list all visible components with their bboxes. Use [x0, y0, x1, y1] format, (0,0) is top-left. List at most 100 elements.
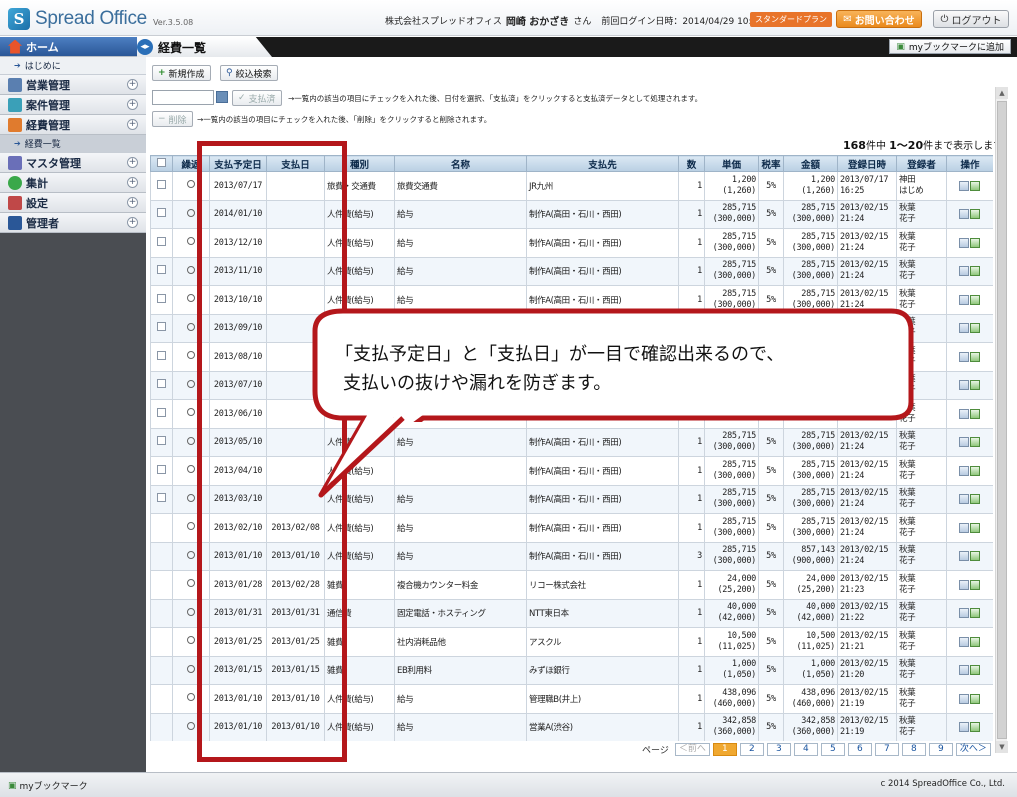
row-checkbox[interactable] — [157, 208, 166, 218]
edit-icon[interactable] — [970, 579, 980, 590]
header-repeat[interactable]: 繰返 — [172, 155, 210, 172]
view-icon[interactable] — [959, 351, 969, 362]
edit-icon[interactable] — [970, 408, 980, 419]
collapse-sidebar-icon[interactable]: ◂▸ — [137, 39, 153, 55]
sidebar-item-home[interactable]: ホーム — [0, 37, 146, 57]
delete-button[interactable]: − 削除 — [152, 111, 193, 127]
row-select-cell[interactable] — [150, 598, 173, 628]
expand-icon[interactable]: + — [127, 79, 138, 90]
edit-icon[interactable] — [970, 608, 980, 618]
row-select-cell[interactable] — [150, 228, 173, 258]
table-row[interactable]: 2013/01/10 2013/01/10 人件費(給与) 給与 制作A(高田・石川・西… — [150, 541, 993, 571]
table-row[interactable]: 2013/12/10 人件費(給与) 給与 制作A(高田・石川・西田) 1 285,715… — [150, 228, 993, 258]
view-icon[interactable] — [959, 494, 969, 504]
row-select-cell[interactable] — [150, 171, 173, 201]
view-icon[interactable] — [959, 636, 969, 647]
edit-icon[interactable] — [970, 551, 980, 561]
row-checkbox[interactable] — [157, 407, 166, 417]
view-icon[interactable] — [959, 323, 969, 333]
view-icon[interactable] — [959, 294, 969, 305]
header-select-all[interactable] — [150, 155, 173, 172]
edit-icon[interactable] — [970, 465, 980, 476]
logout-button[interactable]: ⏻ ログアウト — [933, 10, 1009, 28]
sidebar-item-expenses[interactable]: 経費管理 + — [0, 115, 146, 135]
edit-icon[interactable] — [970, 522, 980, 533]
header-tax-rate[interactable]: 税率 — [758, 155, 784, 172]
row-select-cell[interactable] — [150, 684, 173, 714]
header-registered-by[interactable]: 登録者 — [896, 155, 947, 172]
row-select-cell[interactable] — [150, 513, 173, 543]
add-bookmark-button[interactable]: ▣ myブックマークに追加 — [889, 39, 1011, 54]
table-row[interactable]: 2013/01/10 2013/01/10 人件費(給与) 給与 管理職B(井上) 1 43… — [150, 684, 993, 714]
row-select-cell[interactable] — [150, 456, 173, 486]
table-row[interactable]: 2013/01/31 2013/01/31 通信費 固定電話・ホスティング NTT東日本… — [150, 598, 993, 628]
expand-icon[interactable]: + — [127, 119, 138, 130]
paid-button[interactable]: ✓ 支払済 — [232, 90, 282, 106]
sidebar-item-master[interactable]: マスタ管理 + — [0, 153, 146, 173]
filter-search-button[interactable]: ⚲ 絞込検索 — [220, 65, 278, 81]
app-logo[interactable]: S Spread Office Ver.3.5.08 — [8, 7, 193, 31]
sidebar-sub-expense-list[interactable]: ➔ 経費一覧 — [0, 135, 146, 153]
edit-icon[interactable] — [970, 665, 980, 675]
table-row[interactable]: 2013/06/10 秋葉 花子 — [150, 399, 993, 429]
row-select-cell[interactable] — [150, 484, 173, 514]
row-select-cell[interactable] — [150, 399, 173, 429]
row-checkbox[interactable] — [157, 293, 166, 303]
sidebar-sub-intro[interactable]: ➔ はじめに — [0, 57, 146, 75]
page-button[interactable]: 4 — [793, 742, 818, 756]
view-icon[interactable] — [959, 408, 969, 419]
row-select-cell[interactable] — [150, 570, 173, 600]
expand-icon[interactable]: + — [127, 197, 138, 208]
edit-icon[interactable] — [970, 437, 980, 447]
page-button[interactable]: 9 — [928, 742, 953, 756]
header-amount[interactable]: 金額 — [783, 155, 838, 172]
page-button[interactable]: 1 — [712, 742, 737, 756]
header-registered-at[interactable]: 登録日時 — [837, 155, 897, 172]
view-icon[interactable] — [959, 465, 969, 476]
table-row[interactable]: 2013/01/28 2013/02/28 雑費 複合機カウンター料金 リコー株式会社 1… — [150, 570, 993, 600]
next-page-button[interactable]: 次へ＞ — [955, 742, 991, 756]
view-icon[interactable] — [959, 693, 969, 704]
view-icon[interactable] — [959, 437, 969, 447]
table-row[interactable]: 2013/04/10 人件費(給与) 制作A(高田・石川・西田) 1 285,715 (3… — [150, 456, 993, 486]
edit-icon[interactable] — [970, 380, 980, 390]
edit-icon[interactable] — [970, 237, 980, 248]
edit-icon[interactable] — [970, 180, 980, 191]
header-qty[interactable]: 数 — [678, 155, 705, 172]
row-checkbox[interactable] — [157, 464, 166, 474]
page-button[interactable]: 5 — [820, 742, 845, 756]
select-all-checkbox[interactable] — [157, 157, 166, 167]
page-button[interactable]: 7 — [874, 742, 899, 756]
expand-icon[interactable]: + — [127, 217, 138, 228]
row-select-cell[interactable] — [150, 199, 173, 229]
row-select-cell[interactable] — [150, 627, 173, 657]
expand-icon[interactable]: + — [127, 157, 138, 168]
view-icon[interactable] — [959, 665, 969, 675]
sidebar-item-settings[interactable]: 設定 + — [0, 193, 146, 213]
calendar-icon[interactable] — [216, 91, 228, 103]
view-icon[interactable] — [959, 180, 969, 191]
row-select-cell[interactable] — [150, 256, 173, 286]
edit-icon[interactable] — [970, 351, 980, 362]
row-select-cell[interactable] — [150, 342, 173, 372]
row-select-cell[interactable] — [150, 313, 173, 343]
row-checkbox[interactable] — [157, 179, 166, 189]
table-row[interactable]: 2014/01/10 人件費(給与) 給与 制作A(高田・石川・西田) 1 285,715… — [150, 199, 993, 229]
row-select-cell[interactable] — [150, 427, 173, 457]
vertical-scrollbar[interactable]: ▲ ▼ — [995, 87, 1008, 753]
paid-date-input[interactable] — [152, 90, 214, 105]
sidebar-item-sales[interactable]: 営業管理 + — [0, 75, 146, 95]
expand-icon[interactable]: + — [127, 99, 138, 110]
page-button[interactable]: 2 — [739, 742, 764, 756]
edit-icon[interactable] — [970, 722, 980, 732]
table-row[interactable]: 2013/01/15 2013/01/15 雑費 EB利用料 みずほ銀行 1 1,000 (1… — [150, 655, 993, 685]
header-payee[interactable]: 支払先 — [526, 155, 679, 172]
row-checkbox[interactable] — [157, 493, 166, 503]
table-row[interactable]: 2013/07/10 秋葉 花子 — [150, 370, 993, 400]
table-row[interactable]: 2013/05/10 人件費(給与) 給与 制作A(高田・石川・西田) 1 285,715… — [150, 427, 993, 457]
page-button[interactable]: 8 — [901, 742, 926, 756]
header-kind[interactable]: 種別 — [324, 155, 395, 172]
footer-bookmark[interactable]: ▣ myブックマーク — [8, 779, 88, 793]
edit-icon[interactable] — [970, 693, 980, 704]
view-icon[interactable] — [959, 551, 969, 561]
